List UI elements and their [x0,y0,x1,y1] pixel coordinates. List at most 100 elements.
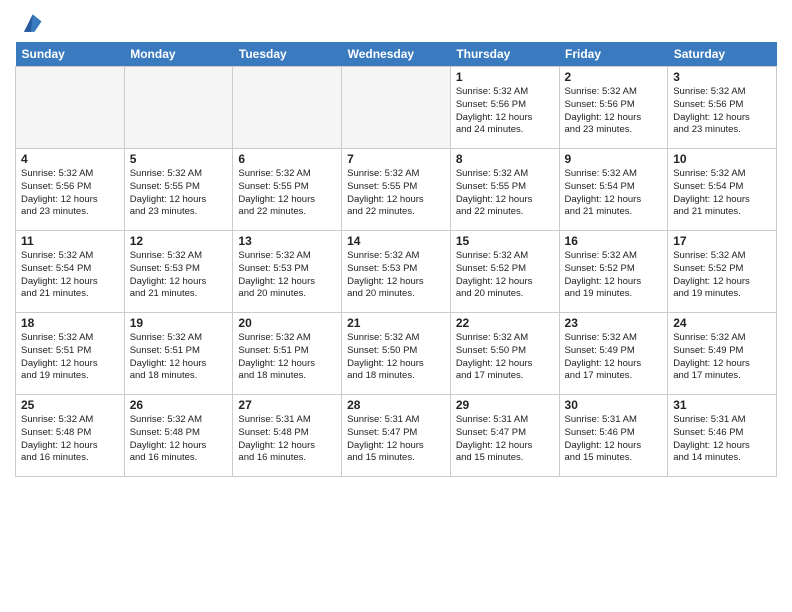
calendar-cell: 7Sunrise: 5:32 AM Sunset: 5:55 PM Daylig… [342,149,451,231]
calendar-cell: 5 Sunrise: 5:32 AM Sunset: 5:55 PM Daylig… [124,149,233,231]
day-number: 4 [21,152,119,166]
calendar-table: SundayMondayTuesdayWednesdayThursdayFrid… [15,42,777,477]
calendar-cell [342,67,451,149]
weekday-tuesday: Tuesday [233,42,342,67]
logo-icon [17,12,45,36]
weekday-saturday: Saturday [668,42,777,67]
day-info: Sunrise: 5:32 AM Sunset: 5:55 PM Dayligh… [130,168,228,219]
calendar-cell: 4Sunrise: 5:32 AM Sunset: 5:56 PM Daylig… [16,149,125,231]
day-number: 13 [238,234,336,248]
day-number: 5 [130,152,228,166]
day-number: 2 [565,70,663,84]
day-number: 17 [673,234,771,248]
calendar-cell: 27 Sunrise: 5:31 AM Sunset: 5:48 PM Dayli… [233,395,342,477]
calendar-cell: 15Sunrise: 5:32 AM Sunset: 5:52 PM Dayli… [450,231,559,313]
weekday-header-row: SundayMondayTuesdayWednesdayThursdayFrid… [16,42,777,67]
calendar-cell: 24Sunrise: 5:32 AM Sunset: 5:49 PM Dayli… [668,313,777,395]
day-info: Sunrise: 5:31 AM Sunset: 5:48 PM Dayligh… [238,414,336,465]
calendar-cell: 30 Sunrise: 5:31 AM Sunset: 5:46 PM Dayli… [559,395,668,477]
day-info: Sunrise: 5:32 AM Sunset: 5:55 PM Dayligh… [238,168,336,219]
week-row-5: 25 Sunrise: 5:32 AM Sunset: 5:48 PM Dayli… [16,395,777,477]
day-number: 9 [565,152,663,166]
calendar-cell [233,67,342,149]
calendar-cell: 13 Sunrise: 5:32 AM Sunset: 5:53 PM Dayli… [233,231,342,313]
weekday-wednesday: Wednesday [342,42,451,67]
day-number: 23 [565,316,663,330]
day-number: 1 [456,70,554,84]
calendar-cell: 31 Sunrise: 5:31 AM Sunset: 5:46 PM Dayli… [668,395,777,477]
day-info: Sunrise: 5:32 AM Sunset: 5:54 PM Dayligh… [673,168,771,219]
day-info: Sunrise: 5:32 AM Sunset: 5:52 PM Dayligh… [673,250,771,301]
calendar-cell: 23 Sunrise: 5:32 AM Sunset: 5:49 PM Dayli… [559,313,668,395]
calendar-cell: 9 Sunrise: 5:32 AM Sunset: 5:54 PM Daylig… [559,149,668,231]
calendar-cell: 6 Sunrise: 5:32 AM Sunset: 5:55 PM Daylig… [233,149,342,231]
weekday-thursday: Thursday [450,42,559,67]
day-number: 16 [565,234,663,248]
week-row-1: 1 Sunrise: 5:32 AM Sunset: 5:56 PM Daylig… [16,67,777,149]
day-number: 8 [456,152,554,166]
day-number: 31 [673,398,771,412]
calendar-cell: 25 Sunrise: 5:32 AM Sunset: 5:48 PM Dayli… [16,395,125,477]
day-info: Sunrise: 5:32 AM Sunset: 5:56 PM Dayligh… [565,86,663,137]
calendar-cell: 10 Sunrise: 5:32 AM Sunset: 5:54 PM Dayli… [668,149,777,231]
day-info: Sunrise: 5:32 AM Sunset: 5:48 PM Dayligh… [130,414,228,465]
day-number: 18 [21,316,119,330]
day-number: 11 [21,234,119,248]
day-number: 14 [347,234,445,248]
day-info: Sunrise: 5:32 AM Sunset: 5:53 PM Dayligh… [238,250,336,301]
day-number: 29 [456,398,554,412]
day-info: Sunrise: 5:31 AM Sunset: 5:47 PM Dayligh… [347,414,445,465]
day-info: Sunrise: 5:32 AM Sunset: 5:55 PM Dayligh… [456,168,554,219]
calendar-cell: 1Sunrise: 5:32 AM Sunset: 5:56 PM Daylig… [450,67,559,149]
weekday-sunday: Sunday [16,42,125,67]
day-info: Sunrise: 5:32 AM Sunset: 5:54 PM Dayligh… [21,250,119,301]
day-info: Sunrise: 5:32 AM Sunset: 5:51 PM Dayligh… [238,332,336,383]
day-info: Sunrise: 5:31 AM Sunset: 5:47 PM Dayligh… [456,414,554,465]
day-number: 6 [238,152,336,166]
day-info: Sunrise: 5:32 AM Sunset: 5:54 PM Dayligh… [565,168,663,219]
calendar-cell: 16Sunrise: 5:32 AM Sunset: 5:52 PM Dayli… [559,231,668,313]
day-number: 20 [238,316,336,330]
week-row-2: 4Sunrise: 5:32 AM Sunset: 5:56 PM Daylig… [16,149,777,231]
day-info: Sunrise: 5:32 AM Sunset: 5:49 PM Dayligh… [565,332,663,383]
calendar-cell: 17 Sunrise: 5:32 AM Sunset: 5:52 PM Dayli… [668,231,777,313]
day-number: 26 [130,398,228,412]
day-info: Sunrise: 5:31 AM Sunset: 5:46 PM Dayligh… [673,414,771,465]
header [15,10,777,36]
day-number: 28 [347,398,445,412]
calendar-cell: 14 Sunrise: 5:32 AM Sunset: 5:53 PM Dayli… [342,231,451,313]
calendar-cell: 18 Sunrise: 5:32 AM Sunset: 5:51 PM Dayli… [16,313,125,395]
day-info: Sunrise: 5:32 AM Sunset: 5:51 PM Dayligh… [21,332,119,383]
day-number: 30 [565,398,663,412]
day-info: Sunrise: 5:32 AM Sunset: 5:48 PM Dayligh… [21,414,119,465]
day-info: Sunrise: 5:32 AM Sunset: 5:53 PM Dayligh… [130,250,228,301]
day-info: Sunrise: 5:31 AM Sunset: 5:46 PM Dayligh… [565,414,663,465]
day-number: 10 [673,152,771,166]
day-info: Sunrise: 5:32 AM Sunset: 5:56 PM Dayligh… [673,86,771,137]
day-info: Sunrise: 5:32 AM Sunset: 5:50 PM Dayligh… [456,332,554,383]
day-info: Sunrise: 5:32 AM Sunset: 5:51 PM Dayligh… [130,332,228,383]
day-number: 15 [456,234,554,248]
day-number: 3 [673,70,771,84]
logo [15,14,45,36]
week-row-3: 11 Sunrise: 5:32 AM Sunset: 5:54 PM Dayli… [16,231,777,313]
calendar-cell: 19Sunrise: 5:32 AM Sunset: 5:51 PM Dayli… [124,313,233,395]
week-row-4: 18 Sunrise: 5:32 AM Sunset: 5:51 PM Dayli… [16,313,777,395]
day-number: 25 [21,398,119,412]
calendar-cell: 28 Sunrise: 5:31 AM Sunset: 5:47 PM Dayli… [342,395,451,477]
day-info: Sunrise: 5:32 AM Sunset: 5:49 PM Dayligh… [673,332,771,383]
page-container: SundayMondayTuesdayWednesdayThursdayFrid… [0,0,792,487]
day-number: 21 [347,316,445,330]
calendar-cell: 3 Sunrise: 5:32 AM Sunset: 5:56 PM Daylig… [668,67,777,149]
day-number: 22 [456,316,554,330]
day-number: 27 [238,398,336,412]
calendar-cell: 29 Sunrise: 5:31 AM Sunset: 5:47 PM Dayli… [450,395,559,477]
calendar-cell: 21 Sunrise: 5:32 AM Sunset: 5:50 PM Dayli… [342,313,451,395]
calendar-cell: 20 Sunrise: 5:32 AM Sunset: 5:51 PM Dayli… [233,313,342,395]
weekday-monday: Monday [124,42,233,67]
day-info: Sunrise: 5:32 AM Sunset: 5:50 PM Dayligh… [347,332,445,383]
day-info: Sunrise: 5:32 AM Sunset: 5:55 PM Dayligh… [347,168,445,219]
day-info: Sunrise: 5:32 AM Sunset: 5:53 PM Dayligh… [347,250,445,301]
calendar-cell: 22 Sunrise: 5:32 AM Sunset: 5:50 PM Dayli… [450,313,559,395]
calendar-cell: 26 Sunrise: 5:32 AM Sunset: 5:48 PM Dayli… [124,395,233,477]
